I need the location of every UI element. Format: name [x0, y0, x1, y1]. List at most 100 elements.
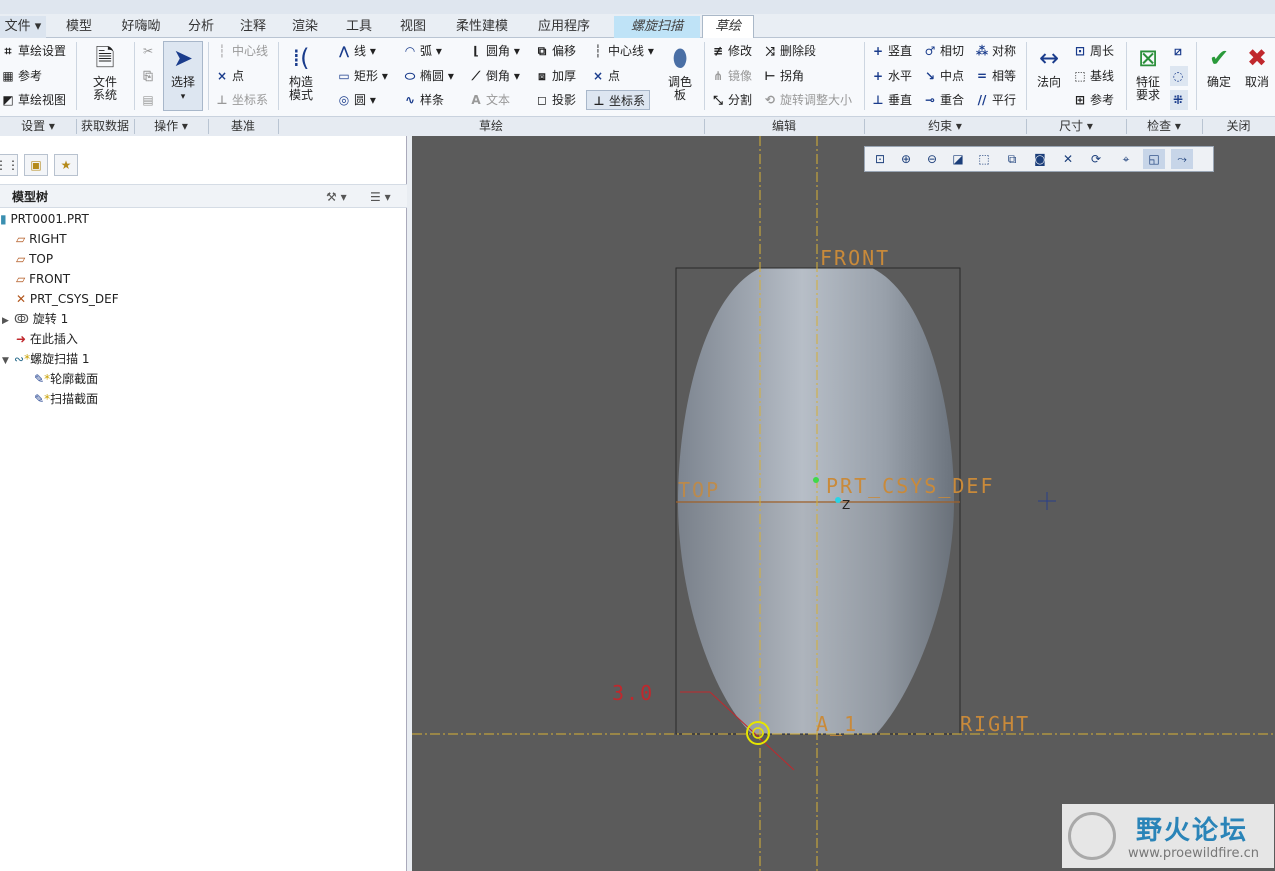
tab-tools[interactable]: 工具 [336, 16, 382, 38]
select-button[interactable]: ➤ 选择 ▾ [163, 41, 203, 111]
copy-button[interactable]: ⎘ [140, 66, 158, 86]
group-dimension[interactable]: 尺寸 ▾ [1026, 117, 1126, 136]
file-system-button[interactable]: 🗎 文件 系统 [84, 42, 126, 102]
cut-button[interactable]: ✂ [140, 41, 158, 61]
coincident-constraint-button[interactable]: ⊸ 重合 [922, 90, 964, 110]
tab-file[interactable]: 文件 ▾ [0, 16, 46, 38]
tangent-constraint-button[interactable]: ♂ 相切 [922, 41, 964, 61]
normal-dimension-button[interactable]: ↔ 法向 [1030, 42, 1068, 89]
paste-button[interactable]: ▤ [140, 90, 158, 110]
rectangle-button[interactable]: ▭ 矩形 ▾ [336, 66, 388, 86]
tree-item-front-plane[interactable]: ▱ FRONT [16, 269, 70, 289]
references-button[interactable]: ▦ 参考 [0, 66, 42, 86]
project-button[interactable]: ◻ 投影 [534, 90, 576, 110]
saved-orientations-button[interactable]: ⧉ [1001, 149, 1023, 169]
zoom-out-button[interactable]: ⊖ [921, 149, 943, 169]
tab-model[interactable]: 模型 [56, 16, 102, 38]
annotation-display-button[interactable]: ⌖ [1115, 149, 1137, 169]
reference-dimension-button[interactable]: ⊞ 参考 [1072, 90, 1114, 110]
group-inspect[interactable]: 检查 ▾ [1126, 117, 1202, 136]
repaint-button[interactable]: ◪ [947, 149, 969, 169]
horizontal-constraint-button[interactable]: + 水平 [870, 66, 912, 86]
csys-origin-point[interactable] [813, 477, 819, 483]
group-setup[interactable]: 设置 ▾ [0, 117, 76, 136]
dimension-value[interactable]: 3.0 [612, 681, 654, 705]
offset-button[interactable]: ⧉ 偏移 [534, 41, 576, 61]
arc-button[interactable]: ◠ 弧 ▾ [402, 41, 441, 61]
text-button[interactable]: A 文本 [468, 90, 510, 110]
tab-applications[interactable]: 应用程序 [526, 16, 602, 38]
refit-button[interactable]: ⊡ [869, 149, 891, 169]
parallel-constraint-button[interactable]: //平行 [974, 90, 1016, 110]
spin-center-button[interactable]: ⟳ [1085, 149, 1107, 169]
circle-button[interactable]: ◎ 圆 ▾ [336, 90, 376, 110]
tab-view[interactable]: 视图 [390, 16, 436, 38]
mirror-button[interactable]: ⋔ 镜像 [710, 66, 752, 86]
sketch-setup-button[interactable]: ⌗ 草绘设置 [0, 41, 66, 61]
highlight-open-ends-toggle[interactable]: ⁜ [1170, 90, 1188, 110]
spline-button[interactable]: ∿ 样条 [402, 90, 444, 110]
tab-haohaiyou[interactable]: 好嗨呦 [110, 16, 172, 38]
baseline-button[interactable]: ⬚ 基线 [1072, 66, 1114, 86]
equal-constraint-button[interactable]: = 相等 [974, 66, 1016, 86]
cancel-button[interactable]: ✖ 取消 [1240, 42, 1274, 89]
overlap-geometry-toggle[interactable]: ⧄ [1170, 41, 1188, 61]
palette-button[interactable]: ⬮ 调色 板 [660, 42, 700, 102]
ellipse-button[interactable]: ⬭ 椭圆 ▾ [402, 66, 454, 86]
tree-item-top-plane[interactable]: ▱ TOP [16, 249, 53, 269]
sketcher-display-button[interactable]: ⤳ [1171, 149, 1193, 169]
datum-csys-button[interactable]: ⊥ 坐标系 [214, 90, 269, 110]
tree-filters-icon[interactable]: ☰ ▾ [370, 185, 391, 209]
rotate-resize-button[interactable]: ⟲ 旋转调整大小 [762, 90, 852, 110]
perimeter-button[interactable]: ⊡ 周长 [1072, 41, 1114, 61]
sketch-csys-button[interactable]: ⊥ 坐标系 [586, 90, 651, 110]
group-constrain[interactable]: 约束 ▾ [864, 117, 1026, 136]
thicken-button[interactable]: ⧈ 加厚 [534, 66, 576, 86]
sketch-centerline-button[interactable]: ┆ 中心线 ▾ [590, 41, 653, 61]
sketch-point-button[interactable]: × 点 [590, 66, 620, 86]
tree-item-profile-section[interactable]: ✎*轮廓截面 [34, 369, 98, 389]
shade-closed-loops-toggle[interactable]: ◌ [1170, 66, 1188, 86]
display-style-button[interactable]: ⬚ [973, 149, 995, 169]
datum-point-button[interactable]: × 点 [214, 66, 244, 86]
group-operations[interactable]: 操作 ▾ [134, 117, 208, 136]
tree-item-sweep-section[interactable]: ✎*扫描截面 [34, 389, 98, 409]
tree-item-insert-here[interactable]: ➜ 在此插入 [16, 329, 78, 349]
line-button[interactable]: ⋀ 线 ▾ [336, 41, 376, 61]
vertical-constraint-button[interactable]: + 竖直 [870, 41, 912, 61]
view-manager-button[interactable]: ◙ [1029, 149, 1051, 169]
collapse-arrow-icon[interactable]: ▼ [2, 351, 14, 371]
tab-render[interactable]: 渲染 [282, 16, 328, 38]
folder-browser-tab[interactable]: ▣ [24, 154, 48, 176]
zoom-in-button[interactable]: ⊕ [895, 149, 917, 169]
tree-settings-icon[interactable]: ⚒ ▾ [326, 185, 347, 209]
tab-analysis[interactable]: 分析 [178, 16, 224, 38]
datum-centerline-button[interactable]: ┆ 中心线 [214, 41, 268, 61]
construction-mode-button[interactable]: ⁞(构造 模式 [282, 42, 320, 102]
midpoint-constraint-button[interactable]: ↘ 中点 [922, 66, 964, 86]
sketch-view-button[interactable]: ◩ 草绘视图 [0, 90, 66, 110]
perpendicular-constraint-button[interactable]: ⊥ 垂直 [870, 90, 913, 110]
tree-item-revolve[interactable]: ▶ ↂ 旋转 1 [2, 309, 68, 329]
datum-display-button[interactable]: ✕ [1057, 149, 1079, 169]
favorites-tab[interactable]: ★ [54, 154, 78, 176]
tree-item-right-plane[interactable]: ▱ RIGHT [16, 229, 67, 249]
model-tree-tab[interactable]: ⋮⋮ [0, 154, 19, 176]
tree-item-csys[interactable]: ✕ PRT_CSYS_DEF [16, 289, 119, 309]
chamfer-button[interactable]: ⟋ 倒角 ▾ [468, 66, 520, 86]
corner-button[interactable]: ⊢ 拐角 [762, 66, 805, 86]
tree-item-helical-sweep[interactable]: ▼ ∾*螺旋扫描 1 [2, 349, 90, 369]
fillet-button[interactable]: ⌊ 圆角 ▾ [468, 41, 520, 61]
ok-button[interactable]: ✔ 确定 [1202, 42, 1236, 89]
sketch-view-button[interactable]: ◱ [1143, 149, 1165, 169]
symmetric-constraint-button[interactable]: ⁂ 对称 [974, 41, 1016, 61]
tab-annotate[interactable]: 注释 [230, 16, 276, 38]
feature-requirements-button[interactable]: ⊠ 特征 要求 [1130, 42, 1166, 102]
tab-helical-sweep[interactable]: 螺旋扫描 [614, 16, 700, 38]
tab-sketch[interactable]: 草绘 [702, 15, 754, 39]
delete-segment-button[interactable]: ⤨ 删除段 [762, 41, 816, 61]
modify-button[interactable]: ≢ 修改 [710, 41, 752, 61]
divide-button[interactable]: ⤡ 分割 [710, 90, 752, 110]
tab-flexible-modeling[interactable]: 柔性建模 [444, 16, 520, 38]
expand-arrow-icon[interactable]: ▶ [2, 311, 14, 331]
